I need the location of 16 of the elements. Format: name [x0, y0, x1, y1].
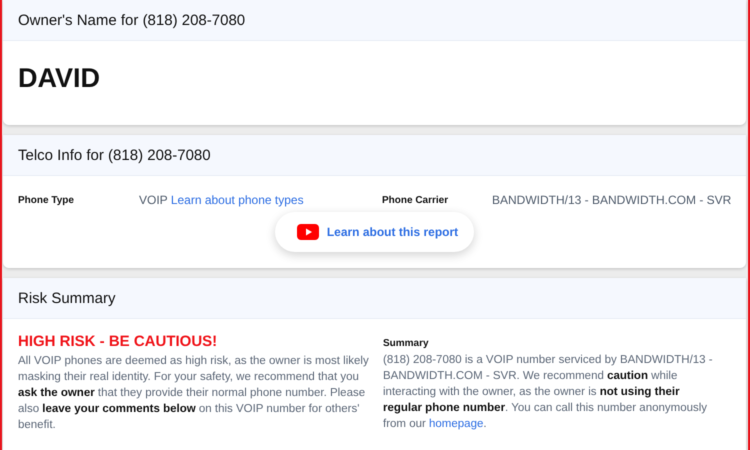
owner-name: DAVID: [18, 62, 100, 94]
phone-types-link[interactable]: Learn about phone types: [170, 193, 304, 207]
play-icon: [296, 224, 319, 240]
homepage-link[interactable]: homepage: [429, 418, 484, 430]
summary-text: (818) 208-7080 is a VOIP number serviced by BANDWIDTH/13 - BANDWIDTH.COM - SVR. We recommend caution while interacting with the owner, as the owner is not using their regular phone number. You can call this number anonymously from our homepage.: [383, 353, 714, 432]
card-title: Risk Summary: [18, 290, 116, 306]
card-title: Owner's Name for (818) 208-7080: [18, 12, 246, 28]
carrier-value: BANDWIDTH/13 - BANDWIDTH.COM - SVR: [492, 193, 732, 207]
field-label: Phone Carrier: [382, 194, 450, 206]
risk-description: All VOIP phones are deemed as high risk, as the owner is most likely masking their real identity. For your safety, we recommend that you ask the owner that they provide their normal phone number. Please also leave your comments below on this VOIP number for others' benefit.: [18, 354, 370, 433]
video-report-button[interactable]: Learn about this report: [274, 212, 474, 252]
summary-label: Summary: [383, 338, 430, 349]
card-title: Telco Info for (818) 208-7080: [18, 146, 211, 164]
risk-headline: HIGH RISK - BE CAUTIOUS!: [18, 333, 218, 350]
phone-type-value: VOIP: [139, 193, 168, 207]
field-label: Phone Type: [18, 194, 75, 206]
